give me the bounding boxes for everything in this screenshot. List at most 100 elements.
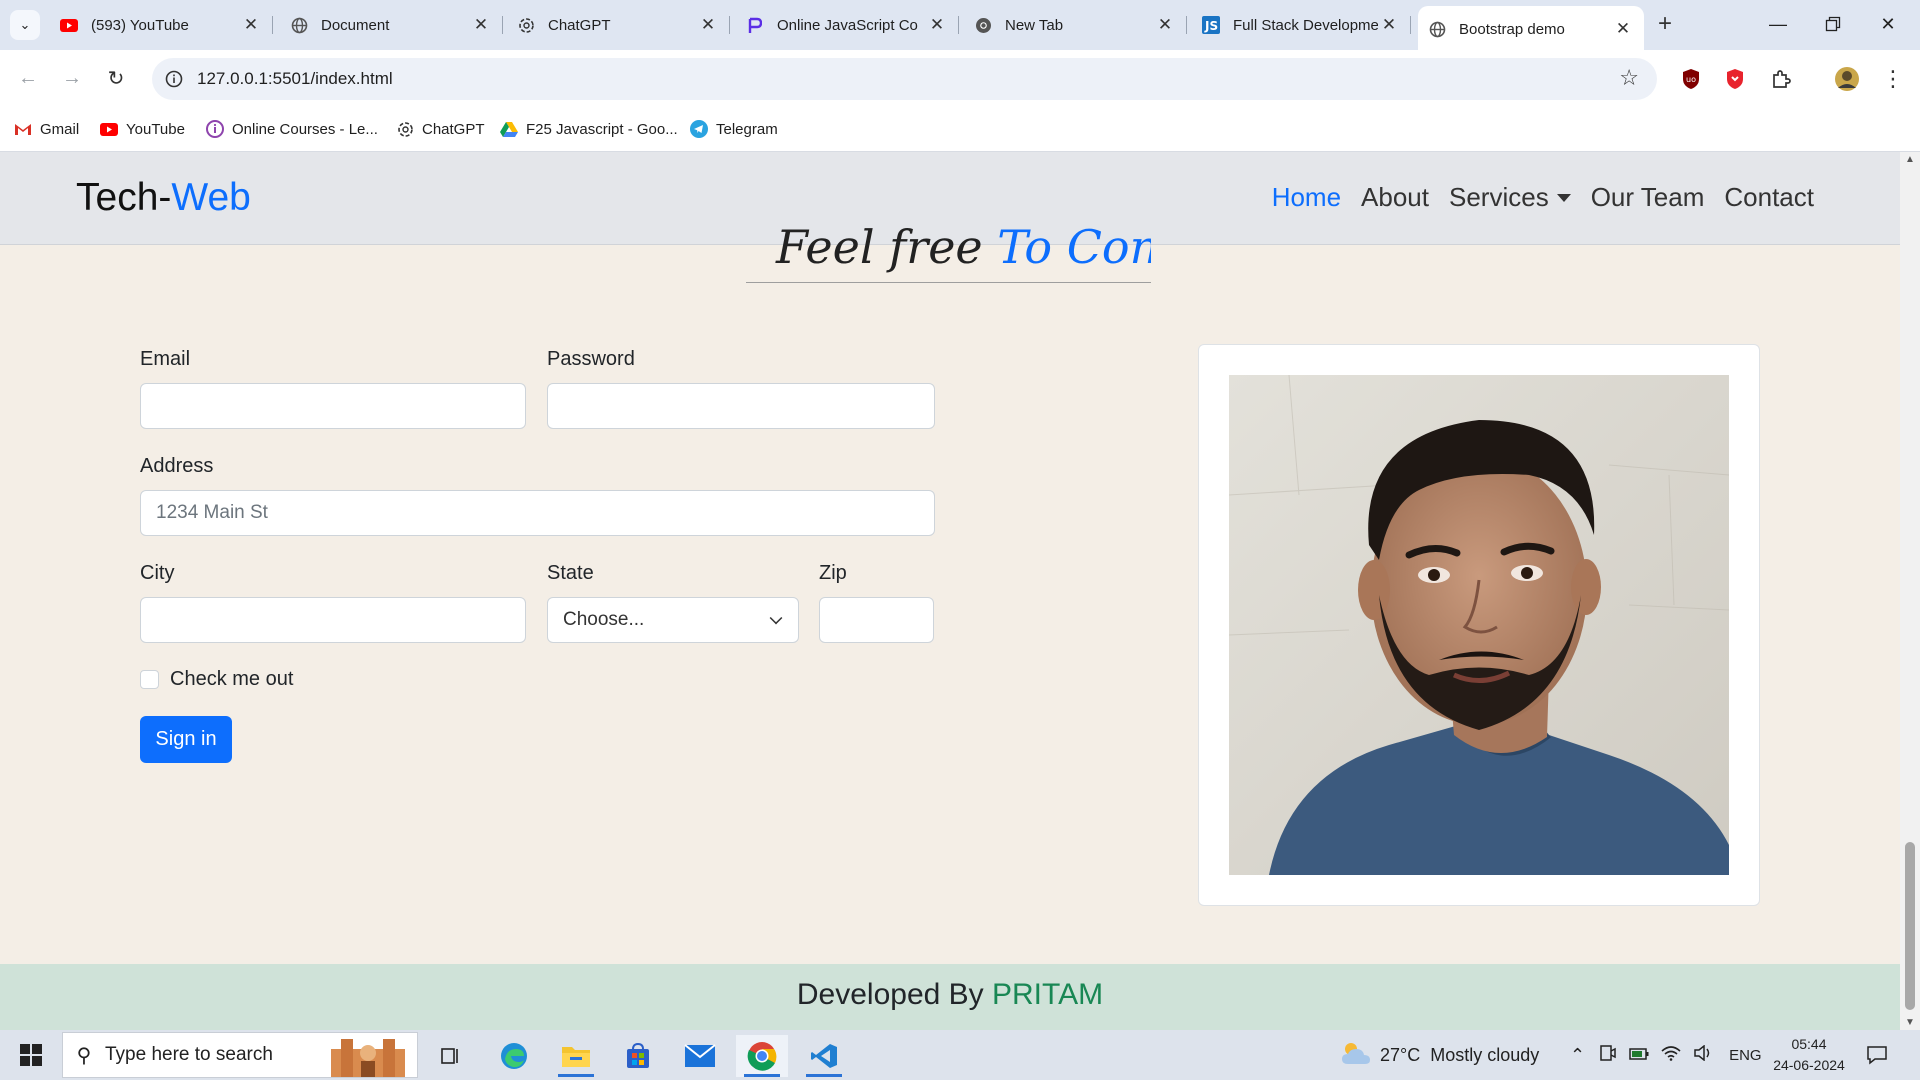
state-label: State [547, 562, 594, 584]
close-icon[interactable]: ✕ [1154, 15, 1176, 35]
nav-about[interactable]: About [1361, 182, 1429, 213]
shield-extension-icon[interactable] [1722, 66, 1748, 92]
close-icon[interactable]: ✕ [697, 15, 719, 35]
meet-now-icon[interactable] [1599, 1044, 1617, 1067]
jspiders-icon: JS [1202, 16, 1220, 34]
globe-icon [1428, 20, 1446, 38]
reload-icon: ↻ [107, 67, 125, 90]
tab-strip: ⌄ (593) YouTube ✕ Document ✕ ChatGPT ✕ O… [0, 0, 1920, 50]
task-view-icon [441, 1048, 458, 1064]
page-scrollbar[interactable]: ▲ ▼ [1900, 152, 1920, 1030]
reload-button[interactable]: ↻ [100, 62, 132, 94]
store-app-icon[interactable] [612, 1035, 664, 1077]
chrome-app-icon[interactable] [736, 1035, 788, 1077]
contact-heading: Feel free To Contact [776, 220, 1151, 274]
battery-icon[interactable] [1629, 1045, 1649, 1066]
url-text[interactable]: 127.0.0.1:5501/index.html [197, 69, 393, 89]
svg-text:JS: JS [1204, 19, 1218, 33]
mail-app-icon[interactable] [674, 1035, 726, 1077]
zip-label: Zip [819, 562, 847, 584]
bookmark-chatgpt[interactable]: ChatGPT [396, 114, 485, 144]
windows-taskbar: ⚲ Type here to search 27°C Mostly cloudy… [0, 1030, 1920, 1080]
profile-avatar[interactable] [1834, 66, 1860, 92]
heading-divider [746, 282, 1151, 283]
close-icon[interactable]: ✕ [470, 15, 492, 35]
ublock-extension-icon[interactable]: uo [1678, 66, 1704, 92]
tab-full-stack[interactable]: JS Full Stack Developme ✕ [1192, 8, 1411, 42]
bookmark-gmail[interactable]: Gmail [14, 114, 79, 144]
scrollbar-thumb[interactable] [1905, 842, 1915, 1010]
chatgpt-icon [517, 16, 535, 34]
profile-photo-card [1198, 344, 1760, 906]
extensions-puzzle-icon[interactable] [1768, 66, 1794, 92]
vscode-app-icon[interactable] [798, 1035, 850, 1077]
task-view-button[interactable] [424, 1035, 476, 1077]
city-field[interactable] [140, 597, 526, 643]
tab-document[interactable]: Document ✕ [280, 8, 503, 42]
search-highlight-illustration [327, 1035, 409, 1077]
wifi-icon[interactable] [1661, 1045, 1681, 1066]
site-info-icon[interactable] [162, 67, 186, 91]
scroll-down-icon[interactable]: ▼ [1900, 1017, 1920, 1028]
courses-icon [206, 120, 224, 138]
volume-icon[interactable] [1693, 1043, 1713, 1066]
scroll-up-icon[interactable]: ▲ [1900, 154, 1920, 165]
nav-home[interactable]: Home [1272, 182, 1341, 213]
tab-chatgpt[interactable]: ChatGPT ✕ [507, 8, 730, 42]
nav-our-team[interactable]: Our Team [1591, 182, 1705, 213]
close-icon[interactable]: ✕ [1612, 19, 1634, 39]
edge-app-icon[interactable] [488, 1035, 540, 1077]
sign-in-button[interactable]: Sign in [140, 716, 232, 763]
back-button[interactable]: ← [12, 62, 44, 94]
globe-icon [290, 16, 308, 34]
taskbar-search[interactable]: ⚲ Type here to search [62, 1032, 418, 1078]
browser-toolbar: ← → ↻ 127.0.0.1:5501/index.html ☆ uo ⋮ [0, 50, 1920, 108]
weather-widget[interactable]: 27°C Mostly cloudy [1340, 1030, 1539, 1080]
address-field[interactable]: 1234 Main St [140, 490, 935, 536]
gmail-icon [14, 120, 32, 138]
password-field[interactable] [547, 383, 935, 429]
site-brand[interactable]: Tech-Web [76, 176, 251, 220]
tab-online-javascript[interactable]: Online JavaScript Co ✕ [736, 8, 959, 42]
email-field[interactable] [140, 383, 526, 429]
chrome-icon [974, 16, 992, 34]
check-me-out-label[interactable]: Check me out [170, 668, 293, 691]
language-indicator[interactable]: ENG [1729, 1047, 1762, 1064]
state-selected-value: Choose... [563, 609, 645, 630]
close-icon[interactable]: ✕ [926, 15, 948, 35]
minimize-button[interactable]: — [1750, 6, 1806, 42]
start-button[interactable] [10, 1038, 52, 1072]
new-tab-button[interactable]: + [1650, 10, 1680, 40]
forward-button[interactable]: → [56, 62, 88, 94]
chevron-up-icon[interactable]: ⌃ [1570, 1045, 1585, 1066]
check-me-out-checkbox[interactable] [140, 670, 159, 689]
close-icon[interactable]: ✕ [240, 15, 262, 35]
nav-services[interactable]: Services [1449, 182, 1571, 213]
bookmark-telegram[interactable]: Telegram [690, 114, 778, 144]
restore-button[interactable] [1805, 6, 1861, 42]
bookmark-online-courses[interactable]: Online Courses - Le... [206, 114, 378, 144]
taskbar-clock[interactable]: 05:44 24-06-2024 [1770, 1034, 1848, 1076]
close-window-button[interactable]: ✕ [1860, 6, 1916, 42]
nav-contact[interactable]: Contact [1724, 182, 1814, 213]
browser-menu-button[interactable]: ⋮ [1880, 66, 1906, 92]
profile-photo [1229, 375, 1729, 875]
close-icon[interactable]: ✕ [1378, 15, 1400, 35]
tab-youtube[interactable]: (593) YouTube ✕ [50, 8, 273, 42]
zip-field[interactable] [819, 597, 934, 643]
address-placeholder: 1234 Main St [156, 502, 268, 523]
bookmark-f25-javascript[interactable]: F25 Javascript - Goo... [500, 114, 678, 144]
tab-bootstrap-demo[interactable]: Bootstrap demo ✕ [1418, 6, 1644, 50]
site-footer: Developed By PRITAM [0, 964, 1900, 1030]
cloudy-weather-icon [1340, 1040, 1372, 1071]
tab-new-tab[interactable]: New Tab ✕ [964, 8, 1187, 42]
chevron-down-icon: ⌄ [19, 17, 31, 32]
state-select[interactable]: Choose... [547, 597, 799, 643]
bookmark-star-icon[interactable]: ☆ [1619, 65, 1639, 91]
address-bar[interactable]: 127.0.0.1:5501/index.html ☆ [152, 58, 1657, 100]
chatgpt-icon [396, 120, 414, 138]
notification-center-button[interactable] [1866, 1030, 1888, 1080]
bookmark-youtube[interactable]: YouTube [100, 114, 185, 144]
tab-search-button[interactable]: ⌄ [10, 10, 40, 40]
file-explorer-app-icon[interactable] [550, 1035, 602, 1077]
